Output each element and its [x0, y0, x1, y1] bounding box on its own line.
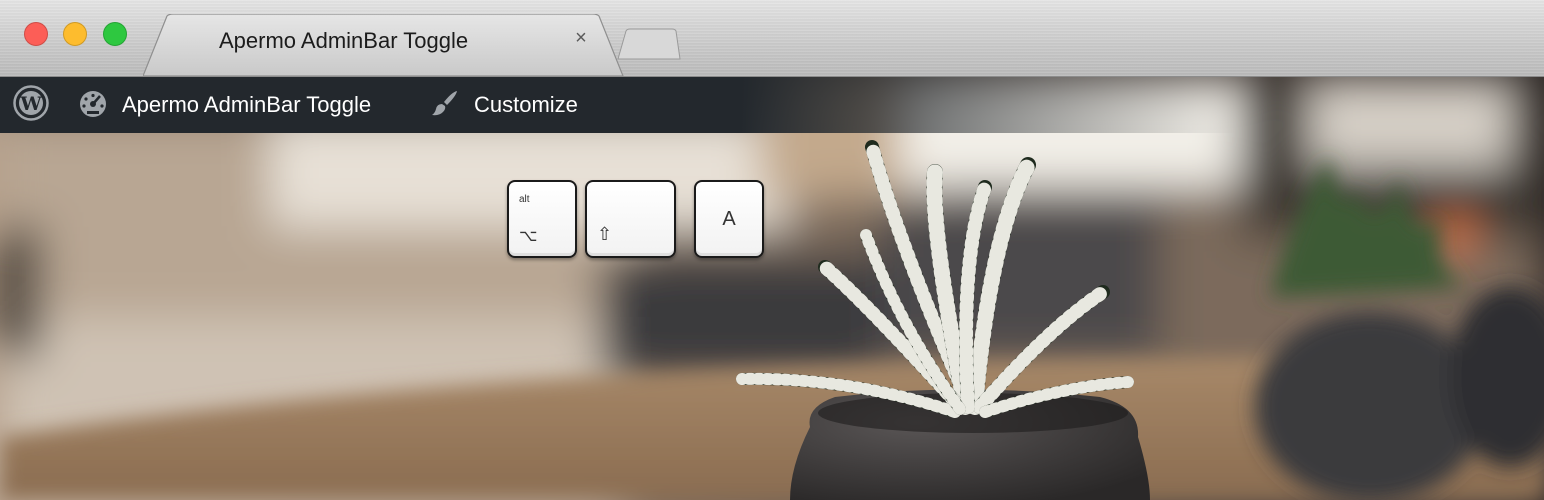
tab-close-icon[interactable]: × — [569, 26, 593, 50]
tab-title: Apermo AdminBar Toggle — [219, 28, 469, 53]
keycap-alt: alt ⌥ — [507, 180, 577, 258]
new-tab-icon[interactable] — [616, 28, 682, 60]
browser-tab-active[interactable]: Apermo AdminBar Toggle × — [143, 14, 625, 76]
admin-bar-customize[interactable]: Customize — [430, 77, 578, 133]
admin-bar-wordpress-menu[interactable]: W — [12, 77, 50, 133]
background-photo — [0, 77, 1544, 500]
page-viewport: W Apermo AdminBar Toggle Customize alt ⌥… — [0, 77, 1544, 500]
wordpress-logo-icon: W — [12, 84, 50, 127]
keycap-a: A — [694, 180, 764, 258]
keycap-alt-label: alt — [519, 194, 530, 205]
window-maximize-button[interactable] — [103, 22, 127, 46]
browser-chrome: Apermo AdminBar Toggle × — [0, 0, 1544, 77]
dashboard-gauge-icon — [78, 88, 108, 123]
wp-admin-bar: W Apermo AdminBar Toggle Customize — [0, 77, 1544, 133]
screenshot-root: Apermo AdminBar Toggle × W Apermo AdminB… — [0, 0, 1544, 500]
site-name-label: Apermo AdminBar Toggle — [122, 92, 372, 117]
shift-key-icon: ⇧ — [597, 224, 613, 244]
paintbrush-icon — [430, 88, 460, 123]
keycap-shift: ⇧ — [585, 180, 676, 258]
option-key-icon: ⌥ — [519, 228, 538, 245]
keycap-a-label: A — [722, 208, 736, 230]
customize-label: Customize — [474, 92, 578, 117]
admin-bar-site-name[interactable]: Apermo AdminBar Toggle — [78, 77, 371, 133]
window-minimize-button[interactable] — [63, 22, 87, 46]
window-close-button[interactable] — [24, 22, 48, 46]
svg-text:W: W — [19, 93, 42, 115]
